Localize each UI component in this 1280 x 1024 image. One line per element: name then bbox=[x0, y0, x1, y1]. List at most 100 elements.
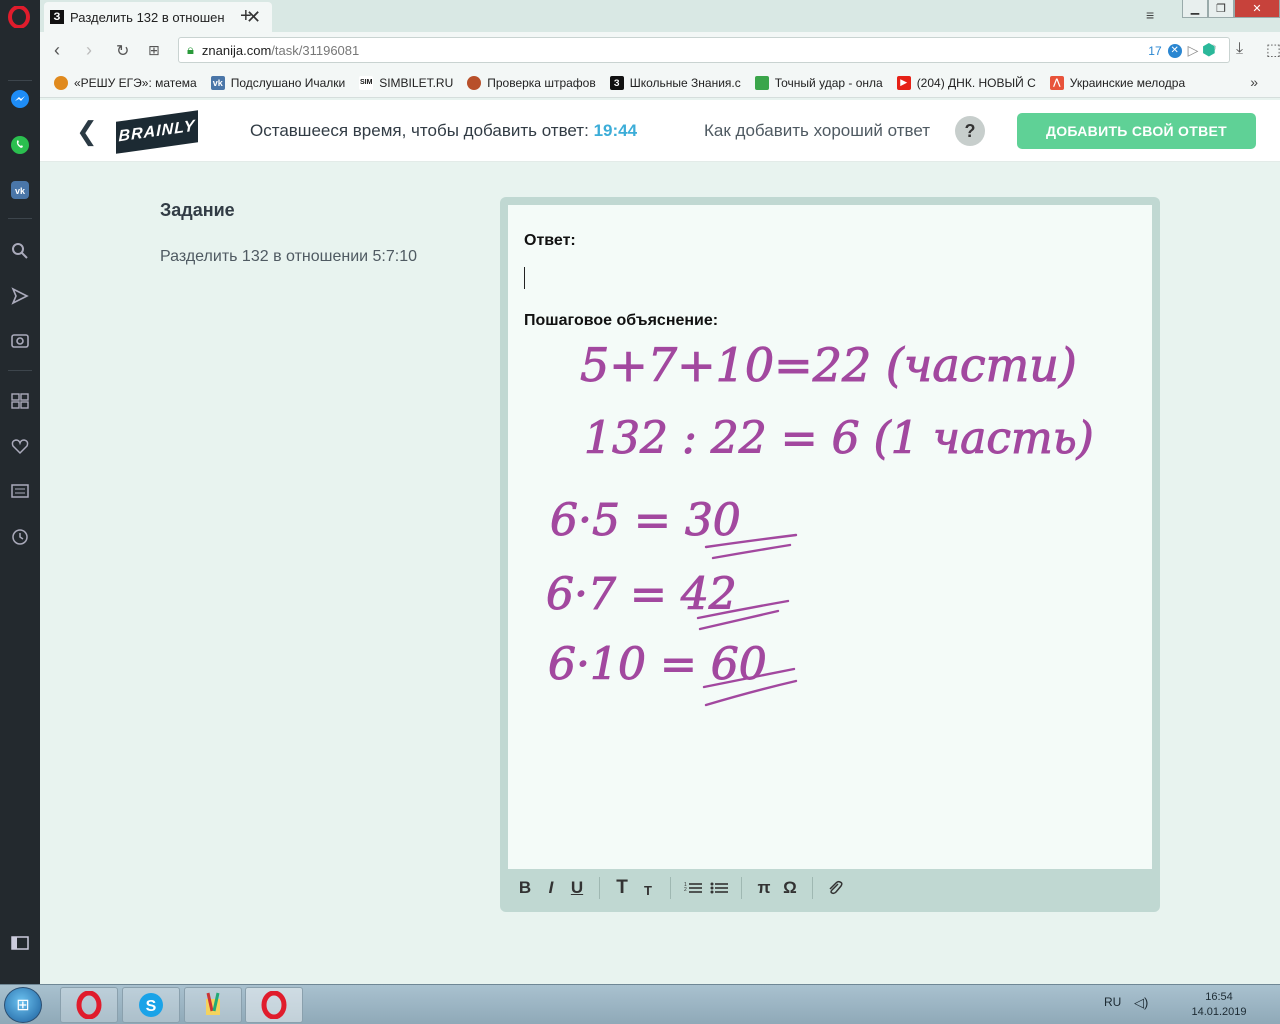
news-icon[interactable] bbox=[9, 480, 31, 502]
toolbar-divider bbox=[599, 877, 600, 899]
simbilet-icon: SIM bbox=[359, 75, 374, 90]
answer-text-area[interactable]: Ответ: Пошаговое объяснение: 5+7+10=22 (… bbox=[508, 205, 1152, 869]
attachment-paperclip-icon[interactable] bbox=[822, 875, 848, 901]
svg-text:2: 2 bbox=[684, 887, 687, 893]
speed-dial-icon[interactable] bbox=[9, 390, 31, 412]
melodrama-icon: ⋀ bbox=[1049, 75, 1064, 90]
heading-small-button[interactable]: T bbox=[635, 875, 661, 901]
bookmark-label: Проверка штрафов bbox=[487, 75, 596, 90]
bookmark-item[interactable]: Точный удар - онла bbox=[754, 75, 883, 90]
bookmark-label: (204) ДНК. НОВЫЙ С bbox=[916, 75, 1036, 90]
sidebar-divider bbox=[8, 218, 32, 219]
handwritten-line: 6·10 = 60 bbox=[548, 639, 767, 690]
tabs-grid-icon[interactable]: ⊞ bbox=[148, 42, 160, 59]
reload-icon[interactable]: ↻ bbox=[116, 41, 129, 61]
bookmark-item[interactable]: Проверка штрафов bbox=[467, 75, 596, 90]
tab-strip: З Разделить 132 в отношен ✕ + ≡ ▁ ❐ ✕ bbox=[40, 0, 1280, 32]
new-tab-plus-icon[interactable]: + bbox=[240, 5, 252, 28]
tracker-count[interactable]: 17 bbox=[1148, 44, 1161, 58]
clock-date: 14.01.2019 bbox=[1191, 1006, 1247, 1018]
window-controls: ▁ ❐ ✕ bbox=[1182, 0, 1280, 20]
url-host: znanija.com bbox=[201, 42, 272, 58]
opera-taskbar-icon[interactable] bbox=[60, 987, 118, 1023]
paint-taskbar-icon[interactable] bbox=[184, 987, 242, 1023]
bookmark-label: Школьные Знания.c bbox=[629, 75, 741, 90]
bookmark-label: Украинские мелодра bbox=[1069, 75, 1186, 90]
editor-toolbar: B I U T T 12 π Ω bbox=[508, 869, 1152, 907]
sidebar-divider bbox=[8, 370, 32, 371]
toolbar-divider bbox=[670, 877, 671, 899]
reshu-ege-icon bbox=[54, 75, 68, 90]
bookmarks-overflow-icon[interactable]: » bbox=[1250, 74, 1258, 90]
search-icon[interactable] bbox=[9, 240, 31, 262]
znanija-favicon-icon: З bbox=[50, 10, 64, 24]
bookmark-item[interactable]: ⋀ Украинские мелодра bbox=[1049, 75, 1186, 90]
underline-button[interactable]: U bbox=[564, 875, 590, 901]
heading-large-button[interactable]: T bbox=[609, 875, 635, 901]
url-path: /task/31196081 bbox=[271, 42, 360, 58]
bookmark-item[interactable]: ▶ (204) ДНК. НОВЫЙ С bbox=[896, 75, 1036, 90]
time-value: 19:44 bbox=[593, 121, 638, 140]
svg-text:vk: vk bbox=[15, 186, 26, 196]
vk-icon[interactable]: vk bbox=[9, 179, 31, 201]
easy-setup-menu-icon[interactable]: ≡ bbox=[1146, 7, 1154, 23]
znanija-icon: З bbox=[609, 75, 624, 90]
minimize-icon[interactable]: ▁ bbox=[1182, 0, 1208, 18]
heart-icon[interactable] bbox=[9, 435, 31, 457]
navigation-bar: ‹ › ↻ ⊞ 🔒︎ znanija.com /task/31196081 17… bbox=[40, 32, 1280, 68]
send-icon[interactable] bbox=[9, 285, 31, 307]
brainly-header: ❮ BRAINLY Оставшееся время, чтобы добави… bbox=[40, 100, 1280, 162]
whatsapp-icon[interactable] bbox=[9, 134, 31, 156]
send-page-icon[interactable]: ▷ bbox=[1188, 42, 1199, 59]
bookmark-item[interactable]: SIM SIMBILET.RU bbox=[359, 75, 453, 90]
youtube-icon: ▶ bbox=[896, 75, 911, 90]
tab-title: Разделить 132 в отношен bbox=[70, 9, 225, 25]
back-chevron-icon[interactable]: ❮ bbox=[76, 116, 98, 147]
bold-button[interactable]: B bbox=[512, 875, 538, 901]
system-clock[interactable]: 16:54 14.01.2019 bbox=[1184, 990, 1254, 1020]
omega-symbol-button[interactable]: Ω bbox=[777, 875, 803, 901]
language-indicator[interactable]: RU bbox=[1104, 995, 1121, 1009]
italic-button[interactable]: I bbox=[538, 875, 564, 901]
forward-arrow-icon[interactable]: › bbox=[86, 40, 92, 61]
bookmark-item[interactable]: «РЕШУ ЕГЭ»: матема bbox=[54, 75, 197, 90]
brainly-logo[interactable]: BRAINLY bbox=[116, 110, 198, 154]
time-label: Оставшееся время, чтобы добавить ответ: bbox=[250, 121, 589, 140]
bullet-list-icon[interactable] bbox=[706, 875, 732, 901]
bookmark-label: Точный удар - онла bbox=[774, 75, 883, 90]
opera-logo-icon[interactable] bbox=[8, 6, 30, 28]
download-icon[interactable]: ⤓ bbox=[1236, 40, 1243, 58]
skype-taskbar-icon[interactable]: S bbox=[122, 987, 180, 1023]
handwritten-line: 5+7+10=22 (части) bbox=[580, 338, 1077, 392]
browser-tab[interactable]: З Разделить 132 в отношен ✕ bbox=[44, 2, 272, 32]
how-to-answer-link[interactable]: Как добавить хороший ответ bbox=[704, 121, 930, 141]
opera-active-taskbar-icon[interactable] bbox=[245, 987, 303, 1023]
add-answer-button[interactable]: ДОБАВИТЬ СВОЙ ОТВЕТ bbox=[1017, 113, 1256, 149]
pi-symbol-button[interactable]: π bbox=[751, 875, 777, 901]
handwritten-line: 6·7 = 42 bbox=[546, 569, 737, 620]
start-button-icon[interactable]: ⊞ bbox=[4, 987, 42, 1023]
ordered-list-icon[interactable]: 12 bbox=[680, 875, 706, 901]
sidebar-divider bbox=[8, 80, 32, 81]
back-arrow-icon[interactable]: ‹ bbox=[54, 40, 60, 61]
volume-icon[interactable]: ◁) bbox=[1134, 995, 1148, 1011]
window-close-icon[interactable]: ✕ bbox=[1234, 0, 1280, 18]
answer-editor: Ответ: Пошаговое объяснение: 5+7+10=22 (… bbox=[500, 197, 1160, 912]
adblock-icon[interactable]: ✕ bbox=[1167, 43, 1182, 58]
game-icon bbox=[754, 75, 769, 90]
messenger-icon[interactable] bbox=[9, 88, 31, 110]
bookmark-item[interactable]: З Школьные Знания.c bbox=[609, 75, 741, 90]
snapshot-icon[interactable]: ⬚ bbox=[1266, 40, 1280, 60]
vpn-shield-icon[interactable]: ⬢ bbox=[1202, 40, 1216, 60]
sidebar-toggle-icon[interactable] bbox=[9, 932, 31, 954]
vk-icon: vk bbox=[210, 75, 225, 90]
clock-time: 16:54 bbox=[1205, 991, 1233, 1003]
bookmark-item[interactable]: vk Подслушано Ичалки bbox=[210, 75, 345, 90]
restore-icon[interactable]: ❐ bbox=[1208, 0, 1234, 18]
task-heading: Задание bbox=[160, 200, 235, 220]
help-icon[interactable]: ? bbox=[955, 116, 985, 146]
camera-icon[interactable] bbox=[9, 329, 31, 351]
address-bar[interactable]: 🔒︎ znanija.com /task/31196081 17 ✕ ▷ ♡ bbox=[178, 37, 1230, 63]
lock-icon: 🔒︎ bbox=[187, 42, 194, 57]
history-clock-icon[interactable] bbox=[9, 526, 31, 548]
